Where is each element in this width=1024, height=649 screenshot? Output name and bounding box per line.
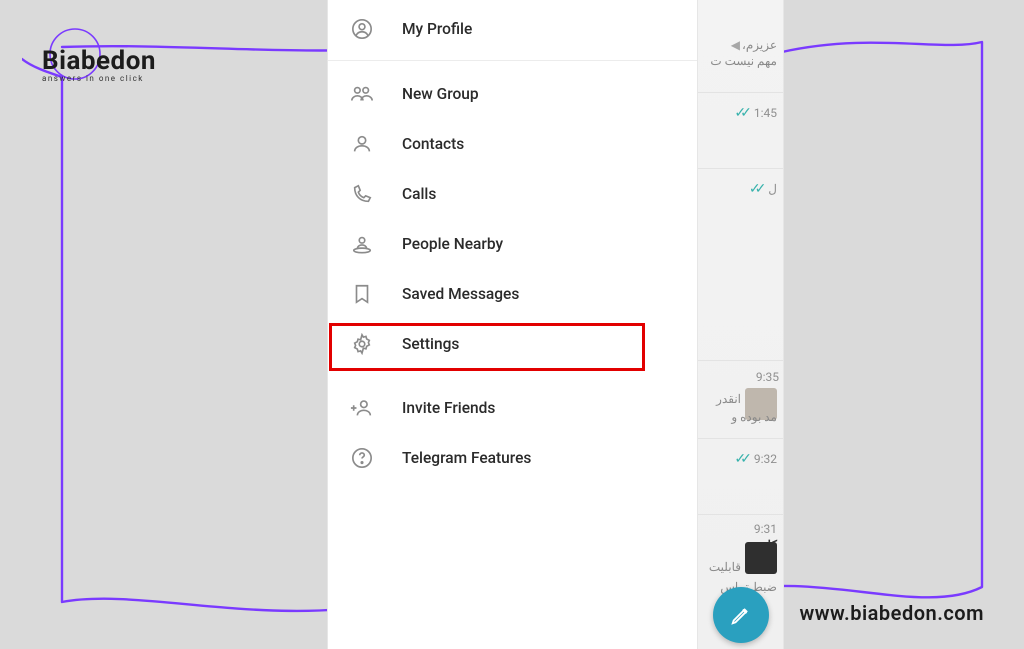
telegram-drawer: My Profile New Group Contacts — [327, 0, 698, 649]
chat-preview-text: مد بوده و — [731, 410, 777, 424]
chat-background-strip: ◀ عزیزم، مهم نیست ت ✓✓ 1:45 ✓✓ ل 9:35 ان… — [698, 0, 784, 649]
group-icon — [350, 82, 374, 106]
menu-label: Invite Friends — [402, 399, 495, 417]
compose-fab[interactable] — [713, 587, 769, 643]
read-ticks-icon: ✓✓ — [749, 181, 760, 197]
read-ticks-icon: ✓✓ — [734, 105, 745, 121]
menu-label: People Nearby — [402, 235, 503, 253]
chat-preview-text: انقدر — [716, 392, 741, 406]
menu-item-invite-friends[interactable]: Invite Friends — [328, 383, 697, 433]
menu-label: Calls — [402, 185, 436, 203]
menu-spacer — [328, 369, 697, 383]
menu-item-calls[interactable]: Calls — [328, 169, 697, 219]
menu-item-saved-messages[interactable]: Saved Messages — [328, 269, 697, 319]
chat-preview-text: ل — [768, 182, 777, 196]
bookmark-icon — [350, 282, 374, 306]
gear-icon — [350, 332, 374, 356]
brand-tagline: answers in one click — [42, 74, 156, 83]
chat-time: 9:31 — [754, 522, 777, 536]
nearby-icon — [350, 232, 374, 256]
contacts-icon — [350, 132, 374, 156]
menu-label: Contacts — [402, 135, 464, 153]
brand-logo: Biabedon answers in one click — [42, 46, 156, 83]
menu-item-settings[interactable]: Settings — [328, 319, 697, 369]
chat-preview-text: مهم نیست ت — [710, 54, 777, 68]
read-ticks-icon: ✓✓ — [734, 451, 745, 467]
phone-icon — [350, 182, 374, 206]
menu-label: My Profile — [402, 20, 472, 38]
chat-preview-text: قابلیت — [709, 560, 741, 574]
chat-time: 9:35 — [756, 370, 779, 384]
help-icon — [350, 446, 374, 470]
menu-item-contacts[interactable]: Contacts — [328, 119, 697, 169]
menu-label: Saved Messages — [402, 285, 519, 303]
brand-url: www.biabedon.com — [799, 601, 984, 625]
menu-label: Settings — [402, 335, 459, 353]
menu-item-my-profile[interactable]: My Profile — [328, 4, 697, 54]
pencil-icon — [730, 604, 752, 626]
menu-label: New Group — [402, 85, 479, 103]
chat-preview-text: عزیزم، — [742, 38, 777, 52]
menu-item-new-group[interactable]: New Group — [328, 69, 697, 119]
chat-time: 1:45 — [754, 106, 777, 120]
chat-avatar — [745, 542, 777, 574]
menu-label: Telegram Features — [402, 449, 531, 467]
chat-time: 9:32 — [754, 452, 777, 466]
menu-divider — [328, 60, 697, 61]
profile-icon — [350, 17, 374, 41]
menu-item-people-nearby[interactable]: People Nearby — [328, 219, 697, 269]
menu-item-telegram-features[interactable]: Telegram Features — [328, 433, 697, 483]
brand-name: Biabedon — [42, 46, 156, 76]
invite-icon — [350, 396, 374, 420]
drawer-menu: My Profile New Group Contacts — [328, 0, 697, 483]
